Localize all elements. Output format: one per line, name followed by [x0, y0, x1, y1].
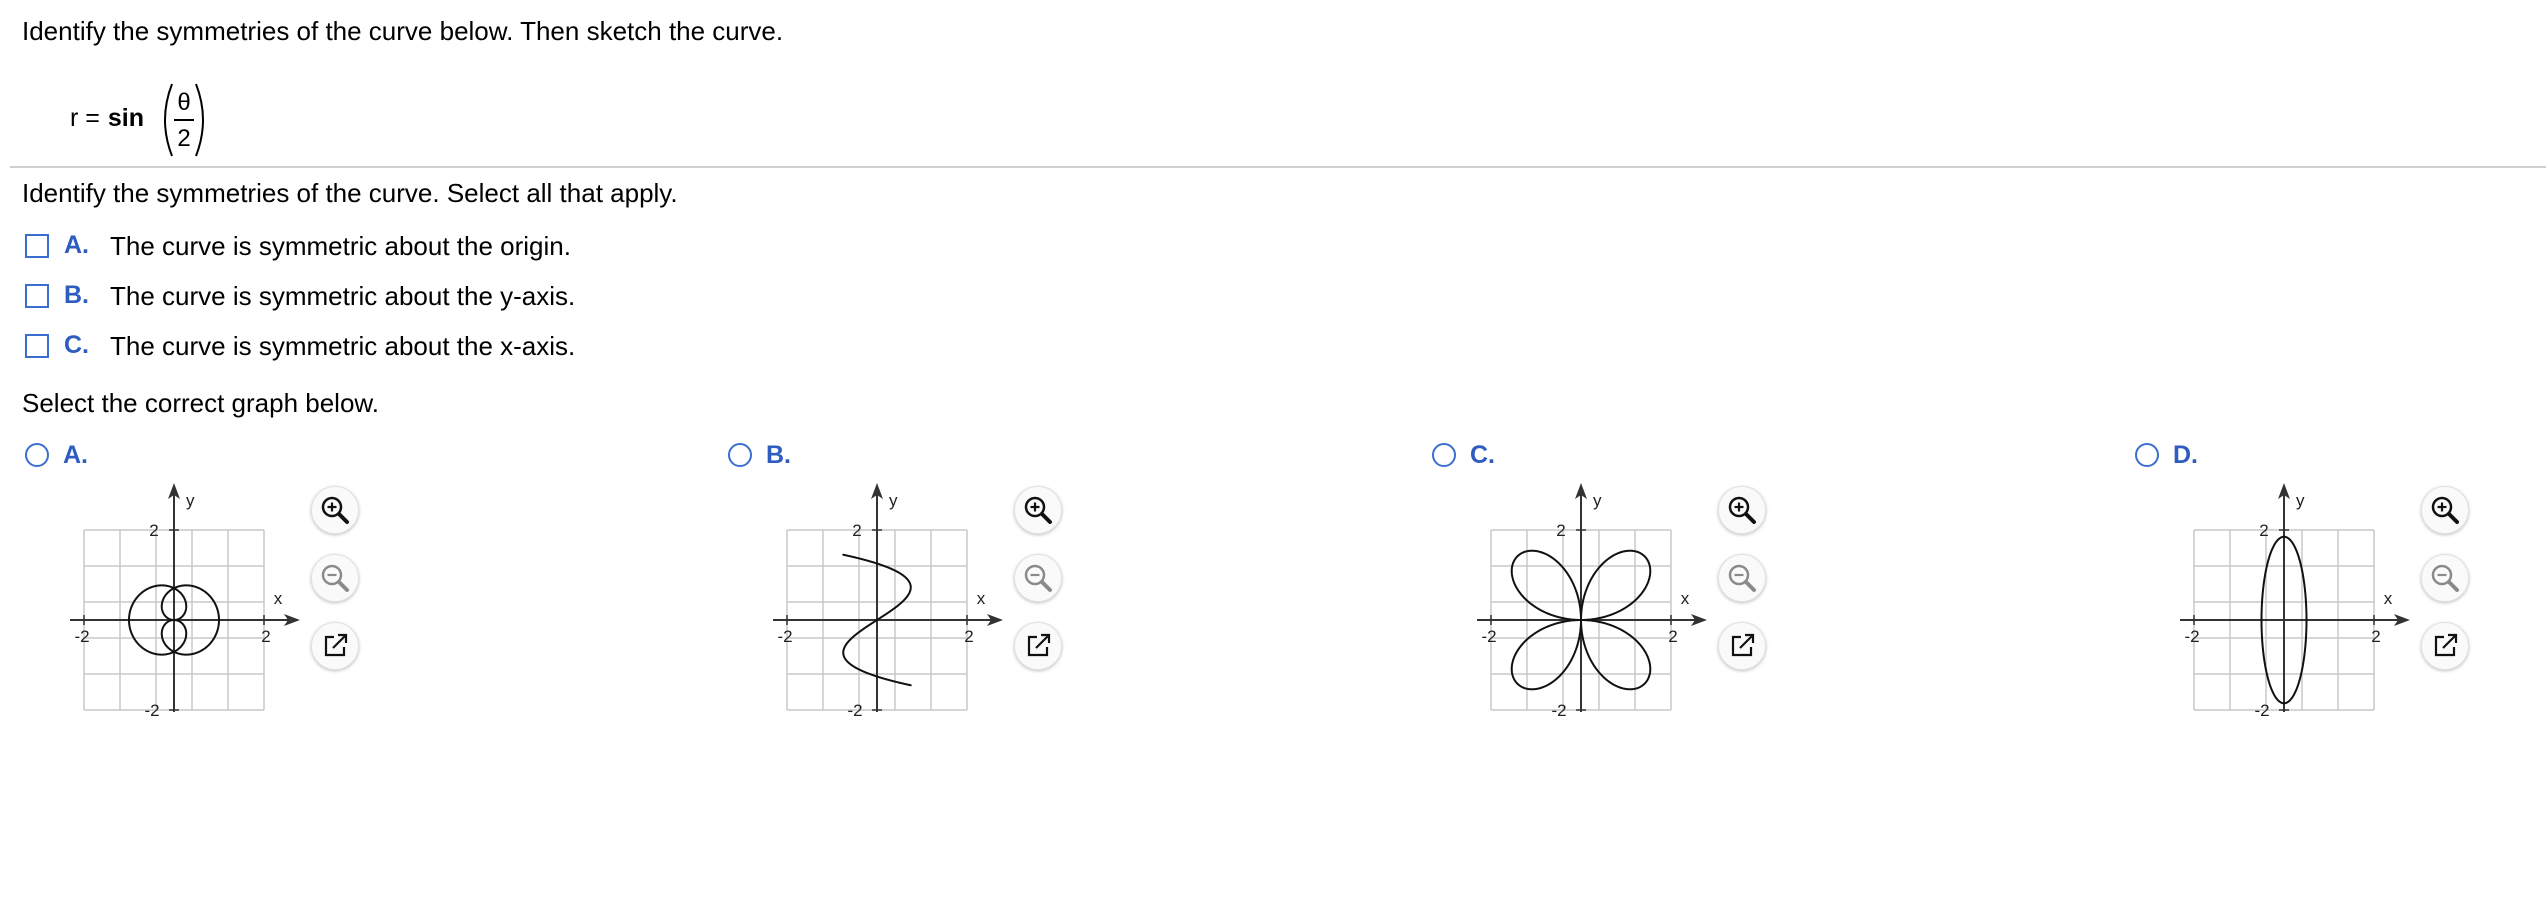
formula-lhs: r =: [70, 104, 100, 132]
zoom-in-icon: [2431, 496, 2459, 524]
y-axis-label: y: [889, 491, 898, 510]
zoom-out-button[interactable]: [2421, 554, 2469, 602]
zoom-out-button[interactable]: [311, 554, 359, 602]
y-tick-label-min: -2: [144, 701, 159, 720]
zoom-out-icon: [2431, 564, 2459, 592]
graph-prompt: Select the correct graph below.: [22, 388, 379, 418]
question-instruction: Identify the symmetries of the curve bel…: [22, 16, 784, 46]
zoom-out-button[interactable]: [1014, 554, 1062, 602]
x-tick-label-min: -2: [1481, 627, 1496, 646]
formula-function: sin: [107, 104, 144, 132]
y-axis-label: y: [1593, 491, 1602, 510]
radio-d[interactable]: [2135, 443, 2159, 467]
popout-icon: [1731, 633, 1755, 657]
choice-letter: D.: [2173, 441, 2198, 469]
option-letter: C.: [64, 331, 89, 359]
y-tick-label-min: -2: [1551, 701, 1566, 720]
zoom-out-icon: [1024, 564, 1052, 592]
x-axis-label: x: [2384, 589, 2393, 608]
radio-b[interactable]: [728, 443, 752, 467]
option-letter: A.: [64, 231, 89, 259]
formula-fraction: θ 2: [164, 83, 204, 157]
popout-button[interactable]: [1718, 622, 1766, 670]
y-tick-label-min: -2: [2254, 701, 2269, 720]
formula-denominator: 2: [177, 125, 190, 152]
popout-icon: [2434, 633, 2458, 657]
zoom-in-button[interactable]: [1014, 486, 1062, 534]
y-tick-label-max: 2: [1556, 521, 1565, 540]
zoom-in-icon: [1024, 496, 1052, 524]
zoom-in-button[interactable]: [1718, 486, 1766, 534]
x-tick-label-max: 2: [2371, 627, 2380, 646]
y-tick-label-min: -2: [847, 701, 862, 720]
checkbox-b[interactable]: [25, 284, 49, 308]
option-text: The curve is symmetric about the origin.: [110, 231, 571, 261]
y-tick-label-max: 2: [149, 521, 158, 540]
option-text: The curve is symmetric about the y-axis.: [110, 281, 576, 311]
popout-button[interactable]: [2421, 622, 2469, 670]
popout-icon: [324, 633, 348, 657]
x-tick-label-max: 2: [964, 627, 973, 646]
x-tick-label-max: 2: [1668, 627, 1677, 646]
symmetry-prompt: Identify the symmetries of the curve. Se…: [22, 178, 678, 208]
graph-d[interactable]: yx2-22-2: [2170, 480, 2430, 720]
choice-letter: C.: [1470, 441, 1495, 469]
checkbox-a[interactable]: [25, 234, 49, 258]
x-axis-label: x: [274, 589, 283, 608]
popout-icon: [1027, 633, 1051, 657]
x-axis-label: x: [1681, 589, 1690, 608]
graph-b[interactable]: yx2-22-2: [763, 480, 1023, 720]
radio-a[interactable]: [25, 443, 49, 467]
choice-letter: A.: [63, 441, 88, 469]
x-tick-label-min: -2: [74, 627, 89, 646]
zoom-in-icon: [321, 496, 349, 524]
y-tick-label-max: 2: [2259, 521, 2268, 540]
section-divider: [10, 166, 2546, 168]
x-tick-label-max: 2: [261, 627, 270, 646]
popout-button[interactable]: [311, 622, 359, 670]
zoom-out-button[interactable]: [1718, 554, 1766, 602]
zoom-in-button[interactable]: [2421, 486, 2469, 534]
popout-button[interactable]: [1014, 622, 1062, 670]
zoom-out-icon: [1728, 564, 1756, 592]
y-axis-label: y: [186, 491, 195, 510]
option-letter: B.: [64, 281, 89, 309]
option-text: The curve is symmetric about the x-axis.: [110, 331, 576, 361]
formula-numerator: θ: [177, 89, 190, 116]
checkbox-c[interactable]: [25, 334, 49, 358]
graph-a[interactable]: yx2-22-2: [60, 480, 320, 720]
choice-letter: B.: [766, 441, 791, 469]
zoom-out-icon: [321, 564, 349, 592]
x-tick-label-min: -2: [777, 627, 792, 646]
x-axis-label: x: [977, 589, 986, 608]
x-tick-label-min: -2: [2184, 627, 2199, 646]
zoom-in-button[interactable]: [311, 486, 359, 534]
y-axis-label: y: [2296, 491, 2305, 510]
graph-c[interactable]: yx2-22-2: [1467, 480, 1727, 720]
radio-c[interactable]: [1432, 443, 1456, 467]
zoom-in-icon: [1728, 496, 1756, 524]
y-tick-label-max: 2: [852, 521, 861, 540]
